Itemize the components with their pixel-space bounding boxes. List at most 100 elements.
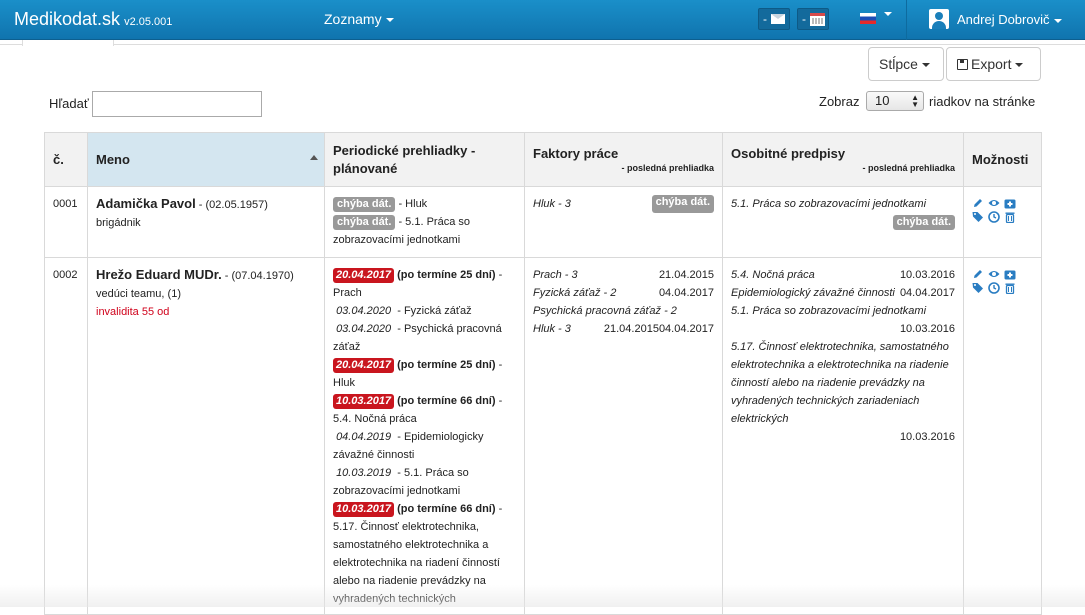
person-cell: Adamička Pavol - (02.05.1957) brigádnik [87, 186, 325, 258]
column-header-special[interactable]: Osobitné predpisy - posledná prehliadka [722, 132, 964, 187]
factor-item: Hluk - 3 chýba dát. [533, 195, 714, 213]
special-item-name: 5.4. Nočná práca [731, 269, 815, 281]
medical-kit-icon[interactable] [1004, 197, 1016, 209]
user-avatar-icon[interactable] [929, 9, 949, 29]
trash-icon[interactable] [1004, 282, 1016, 294]
person-birth: - (07.04.1970) [221, 270, 294, 282]
missing-data-badge: chýba dát. [333, 197, 396, 212]
periodic-item: 20.04.2017 (po termíne 25 dní) - Prach [333, 266, 516, 302]
export-button-label: Export [971, 56, 1012, 72]
employees-table: č. Meno Periodické prehliadky - plánovan… [44, 132, 1042, 615]
lists-menu-label[interactable]: Zoznamy [324, 11, 382, 27]
medical-kit-icon[interactable] [1004, 268, 1016, 280]
eye-icon[interactable] [988, 197, 1000, 209]
factor-name: Fyzická záťaž - 2 [533, 287, 617, 299]
brand-name[interactable]: Medikodat.sk [14, 9, 120, 29]
periodic-cell: chýba dát. - Hluk chýba dát. - 5.1. Prác… [324, 186, 525, 258]
options-cell [963, 257, 1042, 615]
column-header-options: Možnosti [963, 132, 1042, 187]
missing-data-badge: chýba dát. [892, 215, 955, 230]
active-tab[interactable] [22, 40, 114, 46]
lists-menu[interactable]: Zoznamy [324, 11, 394, 27]
top-navbar: Medikodat.sk v2.05.001 Zoznamy - - Andrej… [0, 0, 1085, 40]
periodic-item: 10.03.2017 (po termíne 66 dní) - 5.17. Č… [333, 500, 516, 608]
column-header-factors-label: Faktory práce [533, 146, 619, 161]
trash-icon[interactable] [1004, 211, 1016, 223]
column-header-special-sub: - posledná prehliadka [862, 163, 955, 173]
factor-name: Prach - 3 [533, 269, 578, 281]
column-header-number[interactable]: č. [44, 132, 88, 187]
up-down-arrows-icon: ▲ ▼ [911, 93, 919, 109]
rows-per-page-label: riadkov na stránke [929, 94, 1036, 109]
special-item-date: 10.03.2016 [899, 269, 955, 281]
slovak-flag-icon[interactable] [860, 13, 876, 24]
column-header-periodic[interactable]: Periodické prehliadky - plánované [324, 132, 525, 187]
column-header-periodic-label: Periodické prehliadky - plánované [333, 142, 476, 176]
periodic-item: 20.04.2017 (po termíne 25 dní) - Hluk [333, 356, 516, 392]
search-input[interactable] [92, 91, 262, 117]
periodic-item-text: - 5.17. Činnosť elektrotechnika, samosta… [333, 503, 503, 605]
show-label: Zobraz [819, 94, 860, 109]
brand[interactable]: Medikodat.sk v2.05.001 [14, 9, 172, 30]
columns-button[interactable]: Stĺpce [868, 47, 944, 81]
overdue-date-badge: 20.04.2017 [333, 358, 395, 373]
overdue-date-badge: 20.04.2017 [333, 268, 395, 283]
clock-icon[interactable] [988, 282, 1000, 294]
tab-bar-line [0, 44, 1085, 45]
periodic-date: 04.04.2019 [336, 431, 392, 443]
chevron-down-icon [1015, 63, 1024, 68]
navbar-divider [906, 0, 907, 40]
export-button[interactable]: Export [946, 47, 1041, 81]
sort-ascending-icon [310, 155, 318, 160]
factor-item: Prach - 3 21.04.2015 [533, 266, 714, 284]
chevron-down-icon[interactable] [884, 12, 892, 16]
factor-item: Fyzická záťaž - 2 04.04.2017 [533, 284, 714, 302]
person-role: brigádnik [96, 217, 141, 229]
special-item: Epidemiologický závažné činnosti 04.04.20… [731, 284, 955, 302]
user-name[interactable]: Andrej Dobrovič [957, 12, 1050, 27]
mail-count: - [763, 12, 767, 26]
table-row[interactable]: 0002 Hrežo Eduard MUDr. - (07.04.1970) v… [44, 257, 1042, 615]
overdue-note: (po termíne 25 dní) [397, 359, 496, 371]
missing-data-badge: chýba dát. [651, 195, 714, 213]
pencil-icon[interactable] [972, 197, 984, 209]
page-size-select[interactable]: 10 ▲ ▼ [866, 91, 924, 111]
factor-date: 21.04.2015 [658, 269, 714, 281]
factor-name: Psychická pracovná záťaž - 2 [533, 305, 677, 317]
eye-icon[interactable] [988, 268, 1000, 280]
factor-name: Hluk - 3 [533, 198, 571, 210]
tags-icon[interactable] [972, 211, 984, 223]
special-item: 5.17. Činnosť elektrotechnika, samostatn… [731, 338, 955, 446]
user-menu[interactable]: Andrej Dobrovič [957, 12, 1062, 27]
mail-button[interactable]: - [758, 8, 790, 30]
column-header-name[interactable]: Meno [87, 132, 325, 187]
overdue-date-badge: 10.03.2017 [333, 502, 395, 517]
row-number: 0002 [44, 257, 88, 615]
envelope-icon [771, 14, 785, 24]
person-name[interactable]: Hrežo Eduard MUDr. [96, 267, 222, 282]
calendar-button[interactable]: - [797, 8, 829, 30]
column-header-factors[interactable]: Faktory práce - posledná prehliadka [524, 132, 723, 187]
periodic-date: 10.03.2019 [336, 467, 392, 479]
periodic-item: 04.04.2019 - Epidemiologicky závažné čin… [333, 428, 516, 464]
row-number: 0001 [44, 186, 88, 258]
special-item-name: Epidemiologický závažné činnosti [731, 287, 895, 299]
pencil-icon[interactable] [972, 268, 984, 280]
special-item-date: 04.04.2017 [899, 287, 955, 299]
floppy-disk-icon [957, 59, 968, 70]
tags-icon[interactable] [972, 282, 984, 294]
periodic-date: 03.04.2020 [336, 323, 392, 335]
chevron-down-icon [1053, 18, 1062, 23]
factors-cell: Hluk - 3 chýba dát. [524, 186, 723, 258]
column-header-special-label: Osobitné predpisy [731, 146, 846, 161]
person-name[interactable]: Adamička Pavol [96, 196, 196, 211]
special-item-date: 10.03.2016 [899, 431, 955, 443]
factor-item: Psychická pracovná záťaž - 2 [533, 302, 714, 320]
clock-icon[interactable] [988, 211, 1000, 223]
table-row[interactable]: 0001 Adamička Pavol - (02.05.1957) brigá… [44, 186, 1042, 258]
special-item-name: 5.1. Práca so zobrazovacími jednotkami [731, 305, 927, 317]
page-size-value: 10 [875, 93, 890, 108]
special-cell: 5.1. Práca so zobrazovacími jednotkami c… [722, 186, 964, 258]
overdue-note: (po termíne 25 dní) [397, 269, 496, 281]
column-header-options-label: Možnosti [972, 151, 1029, 167]
